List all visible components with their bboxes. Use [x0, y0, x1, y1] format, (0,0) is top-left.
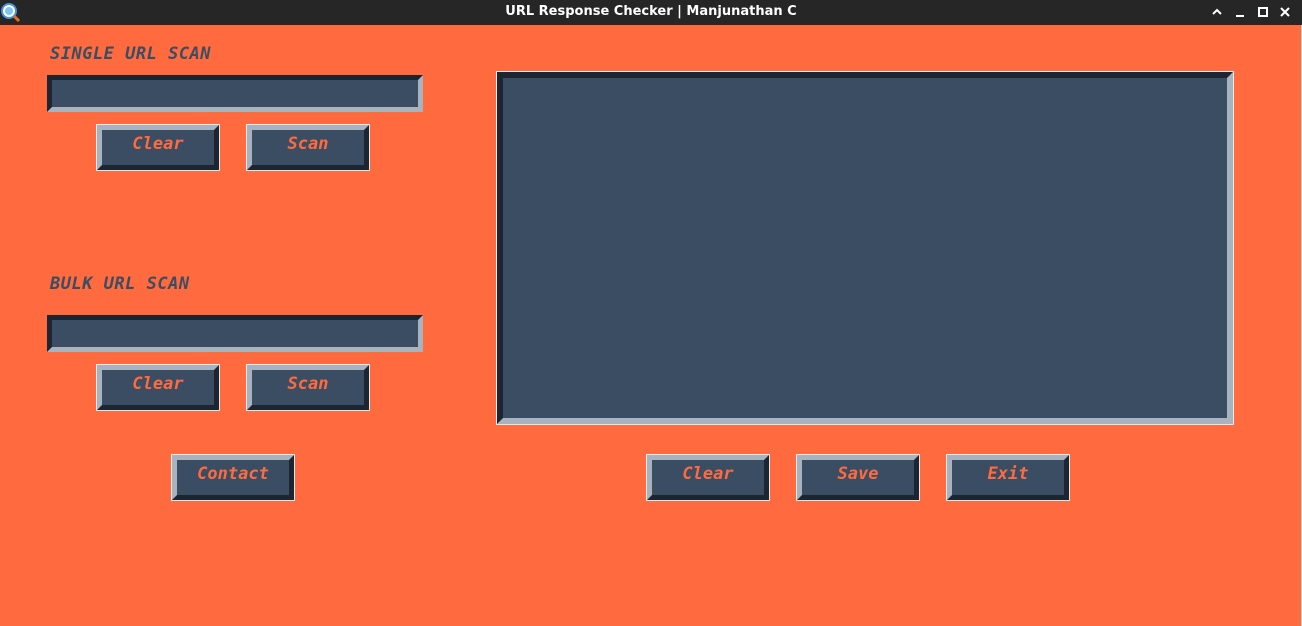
bulk-url-input[interactable]: [47, 315, 423, 352]
single-scan-button[interactable]: Scan: [246, 124, 370, 171]
single-clear-button[interactable]: Clear: [96, 124, 220, 171]
minimize-icon[interactable]: [1231, 3, 1249, 21]
bulk-clear-button[interactable]: Clear: [96, 364, 220, 411]
close-icon[interactable]: [1276, 3, 1294, 21]
output-clear-button[interactable]: Clear: [646, 454, 770, 501]
save-button[interactable]: Save: [796, 454, 920, 501]
window-title: URL Response Checker | Manjunathan C: [505, 4, 797, 19]
single-url-input[interactable]: [47, 75, 423, 112]
exit-button[interactable]: Exit: [946, 454, 1070, 501]
title-bar: URL Response Checker | Manjunathan C: [0, 0, 1302, 25]
bulk-url-scan-label: BULK URL SCAN: [50, 274, 190, 294]
contact-button[interactable]: Contact: [171, 454, 295, 501]
chevron-up-icon[interactable]: [1208, 3, 1226, 21]
single-url-scan-label: SINGLE URL SCAN: [50, 44, 212, 64]
output-text-area[interactable]: [496, 71, 1234, 425]
main-window: SINGLE URL SCAN Clear Scan BULK URL SCAN…: [0, 25, 1302, 626]
bulk-scan-button[interactable]: Scan: [246, 364, 370, 411]
maximize-icon[interactable]: [1254, 3, 1272, 21]
